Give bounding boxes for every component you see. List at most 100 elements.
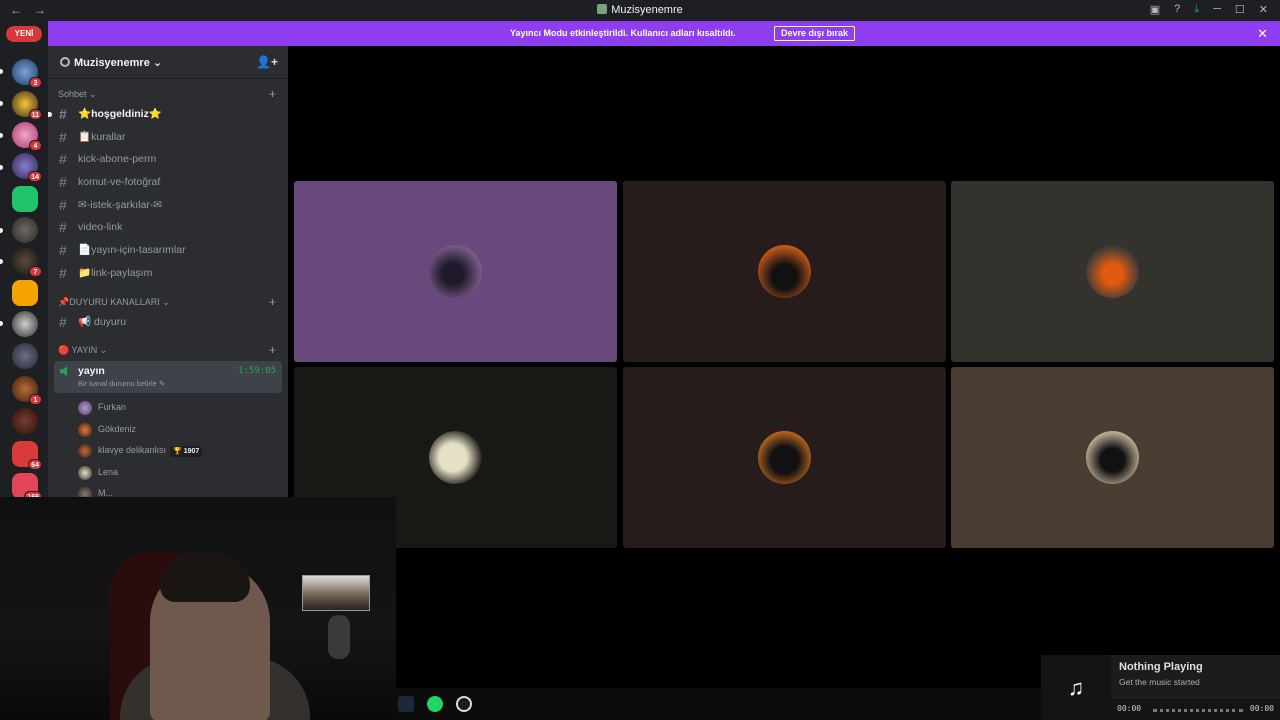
- server-icon[interactable]: 3: [12, 59, 42, 88]
- avatar: [78, 444, 92, 459]
- speaker-icon: [60, 366, 67, 377]
- app-icon[interactable]: [456, 696, 472, 712]
- music-subtitle: Get the music started: [1119, 677, 1200, 687]
- music-progress: 00:00 00:00: [1111, 699, 1280, 720]
- mention-badge: 1: [29, 394, 42, 405]
- server-list: YENİ 3 11 4 14 7 1 64 166: [0, 21, 48, 497]
- avatar: [429, 245, 482, 298]
- avatar: [78, 465, 92, 480]
- disable-streamer-mode-button[interactable]: Devre dışı bırak: [774, 26, 856, 41]
- server-icon[interactable]: [12, 280, 38, 306]
- channel-item[interactable]: # video-link: [54, 216, 282, 239]
- voice-member[interactable]: M...: [48, 483, 288, 497]
- server-icon[interactable]: 7: [12, 248, 42, 277]
- server-settings-icon: [60, 57, 70, 67]
- server-icon: [597, 4, 608, 14]
- server-icon[interactable]: 166: [12, 473, 42, 497]
- progress-track[interactable]: [1153, 709, 1243, 712]
- server-icon[interactable]: 14: [12, 153, 42, 182]
- mention-badge: 4: [29, 140, 42, 151]
- mention-badge: 7: [29, 266, 42, 277]
- server-header[interactable]: Muzisyenemre ⌄ 👤+: [48, 46, 288, 79]
- text-channel-icon: #: [59, 313, 67, 330]
- mention-badge: 3: [29, 77, 42, 88]
- avatar: [758, 431, 811, 484]
- unread-pill: [0, 69, 3, 74]
- taskbar: [396, 688, 1041, 720]
- inbox-icon[interactable]: ▣: [1150, 3, 1160, 16]
- text-channel-icon: #: [59, 219, 67, 236]
- participant-tile[interactable]: [294, 181, 617, 362]
- text-channel-icon: #: [59, 264, 67, 281]
- music-note-icon: ♫: [1041, 655, 1111, 720]
- text-channel-icon: #: [59, 151, 67, 168]
- channel-item[interactable]: # 📄yayın-için-tasarımlar: [54, 239, 282, 262]
- webcam-person-hair: [160, 552, 250, 602]
- unread-pill: [0, 165, 3, 170]
- voice-member[interactable]: Lena: [48, 462, 288, 484]
- category-yayin[interactable]: 🔴 YAYIN ⌄ +: [48, 341, 288, 359]
- streamer-mode-banner: Yayıncı Modu etkinleştirildi. Kullanıcı …: [48, 21, 1280, 46]
- participant-tile[interactable]: [951, 181, 1274, 362]
- minimize-icon[interactable]: ─: [1213, 3, 1221, 16]
- participant-tile[interactable]: [623, 181, 946, 362]
- channel-item[interactable]: # ⭐hoşgeldiniz⭐: [48, 103, 282, 126]
- banner-message: Yayıncı Modu etkinleştirildi. Kullanıcı …: [510, 28, 736, 38]
- server-icon[interactable]: [12, 311, 38, 337]
- channel-item[interactable]: # 📁link-paylaşım: [54, 262, 282, 285]
- channel-item[interactable]: # komut-ve-fotoğraf: [54, 171, 282, 194]
- server-icon[interactable]: 4: [12, 122, 42, 151]
- music-title: Nothing Playing: [1119, 661, 1203, 673]
- server-icon[interactable]: 64: [12, 441, 42, 470]
- voice-member[interactable]: klavye delikanlısı 🏆 1907: [48, 440, 288, 462]
- server-icon[interactable]: 11: [12, 91, 42, 120]
- channel-item[interactable]: # 📢 duyuru: [54, 311, 282, 334]
- server-icon[interactable]: [12, 408, 38, 434]
- help-icon[interactable]: ?: [1174, 3, 1180, 16]
- unread-pill: [0, 101, 3, 106]
- steam-icon[interactable]: [398, 696, 414, 712]
- close-icon[interactable]: ✕: [1257, 26, 1268, 42]
- channel-item[interactable]: # 📋kurallar: [54, 126, 282, 149]
- participant-tile[interactable]: [951, 367, 1274, 548]
- unread-pill: [0, 133, 3, 138]
- server-icon[interactable]: [12, 217, 38, 243]
- download-icon[interactable]: ⤓: [1194, 3, 1199, 16]
- new-badge[interactable]: YENİ: [6, 26, 42, 42]
- voice-member[interactable]: Gökdeniz: [48, 419, 288, 441]
- add-channel-icon[interactable]: +: [269, 341, 276, 359]
- pencil-icon: ✎: [158, 379, 166, 389]
- participant-tile[interactable]: [623, 367, 946, 548]
- chevron-down-icon: ⌄: [152, 57, 163, 69]
- voice-channel-yayin[interactable]: yayın 1:59:05 Bir kanal durumu belirle ✎: [54, 361, 282, 394]
- channel-item[interactable]: # ✉-istek-şarkılar-✉: [54, 194, 282, 217]
- mention-badge: 11: [28, 109, 42, 120]
- close-window-icon[interactable]: ✕: [1259, 3, 1268, 16]
- avatar: [429, 431, 482, 484]
- server-icon[interactable]: [12, 343, 38, 369]
- server-icon[interactable]: [12, 186, 38, 212]
- channel-status-prompt[interactable]: Bir kanal durumu belirle ✎: [78, 379, 276, 388]
- channel-item[interactable]: # kick-abone-perm: [54, 148, 282, 171]
- server-icon[interactable]: 1: [12, 376, 42, 405]
- text-channel-icon: #: [59, 128, 67, 145]
- channel-sidebar: Muzisyenemre ⌄ 👤+ Sohbet ⌄ + # ⭐hoşgeldini…: [48, 46, 288, 497]
- add-channel-icon[interactable]: +: [269, 293, 276, 311]
- avatar: [1086, 431, 1139, 484]
- maximize-icon[interactable]: ☐: [1235, 3, 1245, 16]
- invite-people-icon[interactable]: 👤+: [256, 55, 278, 69]
- window-titlebar: ← → Muzisyenemre ▣ ? ⤓ ─ ☐ ✕: [0, 0, 1280, 21]
- add-channel-icon[interactable]: +: [269, 85, 276, 103]
- avatar: [78, 487, 92, 497]
- category-duyuru[interactable]: 📌DUYURU KANALLARI ⌄ +: [48, 293, 288, 311]
- microphone-icon: [328, 615, 350, 659]
- avatar: [78, 401, 92, 416]
- mention-badge: 14: [28, 171, 42, 182]
- voice-member[interactable]: Furkan: [48, 397, 288, 419]
- text-channel-icon: #: [59, 196, 67, 213]
- category-sohbet[interactable]: Sohbet ⌄ +: [48, 85, 288, 103]
- text-channel-icon: #: [59, 242, 67, 259]
- spotify-icon[interactable]: [427, 696, 443, 712]
- window-controls: ▣ ? ⤓ ─ ☐ ✕: [1150, 3, 1268, 16]
- avatar: [758, 245, 811, 298]
